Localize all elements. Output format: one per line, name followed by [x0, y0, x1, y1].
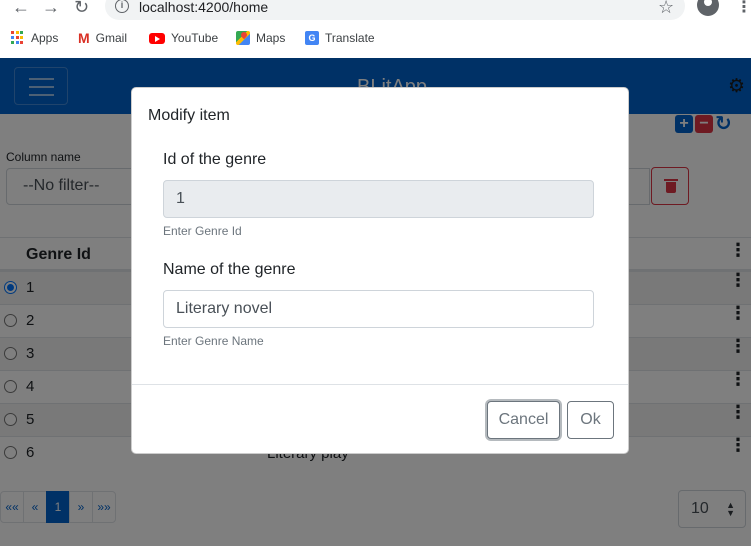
bookmark-star-icon[interactable]: ☆ [658, 0, 674, 18]
genre-id-label: Id of the genre [163, 151, 267, 168]
youtube-icon [149, 32, 165, 44]
browser-menu-icon[interactable]: ⋮ [736, 0, 751, 17]
info-icon[interactable]: i [115, 0, 129, 13]
genre-name-input[interactable]: Literary novel [163, 290, 594, 328]
reload-icon[interactable]: ↻ [74, 0, 89, 18]
modal-title: Modify item [148, 107, 230, 124]
genre-name-help: Enter Genre Name [163, 334, 264, 348]
genre-id-input: 1 [163, 180, 594, 218]
bookmark-gmail[interactable]: M Gmail [78, 31, 127, 45]
apps-grid-icon [11, 31, 25, 45]
bookmark-youtube[interactable]: YouTube [149, 31, 218, 45]
profile-avatar-icon[interactable] [697, 0, 719, 16]
bookmark-maps[interactable]: Maps [236, 31, 285, 45]
bookmarks-bar: Apps M Gmail YouTube Maps G Translate [0, 28, 751, 50]
bookmark-label: Maps [256, 31, 286, 45]
gmail-icon: M [78, 30, 90, 46]
genre-name-label: Name of the genre [163, 261, 296, 278]
bookmark-label: Apps [31, 31, 59, 45]
translate-icon: G [305, 31, 319, 45]
bookmark-apps[interactable]: Apps [11, 31, 58, 45]
modify-item-dialog: Modify item Id of the genre 1 Enter Genr… [131, 87, 629, 454]
cancel-button[interactable]: Cancel [487, 401, 560, 439]
modal-footer-divider [132, 384, 628, 385]
bookmark-translate[interactable]: G Translate [305, 31, 375, 45]
back-arrow-icon[interactable]: ← [12, 0, 30, 18]
bookmark-label: Translate [325, 31, 375, 45]
forward-arrow-icon[interactable]: → [42, 0, 60, 18]
ok-button[interactable]: Ok [567, 401, 614, 439]
maps-icon [236, 31, 250, 45]
bookmark-label: YouTube [171, 31, 219, 45]
bookmark-label: Gmail [95, 31, 128, 45]
browser-chrome: ← → ↻ i localhost:4200/home ☆ ⋮ Apps M G… [0, 0, 751, 58]
url-text: localhost:4200/home [139, 0, 269, 15]
genre-id-help: Enter Genre Id [163, 224, 242, 238]
address-bar[interactable]: i localhost:4200/home [105, 0, 685, 20]
